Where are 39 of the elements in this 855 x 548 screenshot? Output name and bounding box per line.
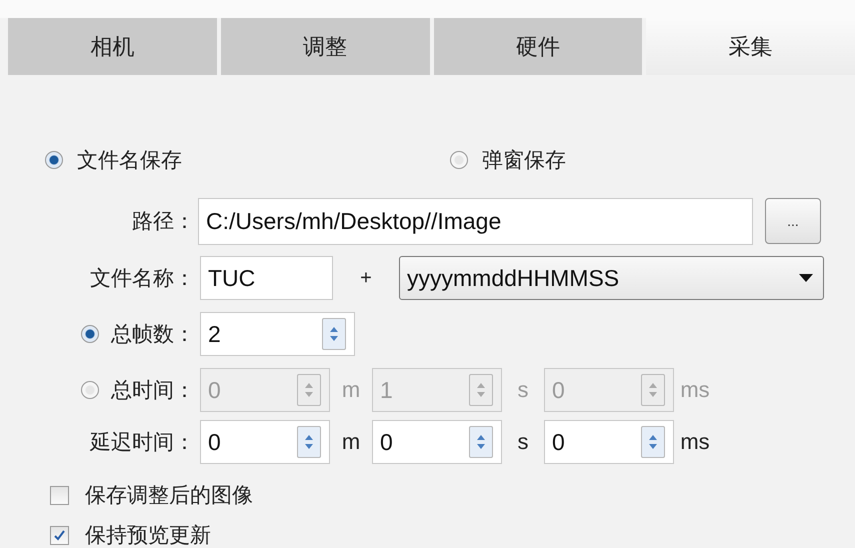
check-mark-icon: [53, 528, 66, 542]
radio-button[interactable]: [81, 325, 99, 343]
checkbox-label: 保持预览更新: [85, 522, 211, 548]
tab[interactable]: 硬件: [434, 18, 642, 75]
unit-label: m: [340, 429, 362, 455]
field-label: 延迟时间：: [90, 429, 195, 456]
tab[interactable]: 调整: [220, 18, 430, 75]
checkbox-label: 保存调整后的图像: [85, 482, 253, 509]
format-dropdown[interactable]: yyyymmddHHMMSS: [399, 256, 824, 300]
filename-field[interactable]: TUC: [200, 256, 333, 300]
radio-button[interactable]: [45, 151, 63, 169]
unit-label: s: [516, 377, 530, 403]
checkbox[interactable]: [50, 526, 69, 544]
radio-button[interactable]: [450, 151, 468, 169]
unit-label: ms: [679, 429, 711, 455]
unit-label: m: [340, 377, 362, 403]
tab[interactable]: 采集: [646, 18, 855, 75]
radio-label: 总时间：: [111, 377, 195, 404]
spin-button[interactable]: [297, 426, 321, 458]
checkbox[interactable]: [50, 486, 69, 504]
radio-label: 文件名保存: [77, 147, 182, 174]
unit-label: ms: [679, 377, 711, 403]
field-label: 文件名称：: [90, 265, 195, 292]
radio-label: 总帧数：: [111, 321, 195, 348]
spin-field[interactable]: 0: [372, 420, 502, 464]
spin-field[interactable]: 2: [200, 312, 355, 356]
spin-button[interactable]: [641, 426, 665, 458]
browse-button[interactable]: ...: [765, 198, 821, 244]
plus-sign: +: [359, 266, 373, 290]
spin-field[interactable]: 0: [200, 420, 330, 464]
unit-label: s: [516, 429, 530, 455]
spin-field[interactable]: 0: [544, 420, 674, 464]
dropdown-caret-icon: [799, 274, 813, 282]
field-label: 路径：: [132, 208, 195, 235]
radio-label: 弹窗保存: [482, 147, 566, 174]
tab[interactable]: 相机: [8, 18, 217, 75]
spin-button[interactable]: [469, 426, 493, 458]
spin-button[interactable]: [322, 318, 346, 350]
path-field[interactable]: C:/Users/mh/Desktop//Image: [198, 198, 753, 244]
